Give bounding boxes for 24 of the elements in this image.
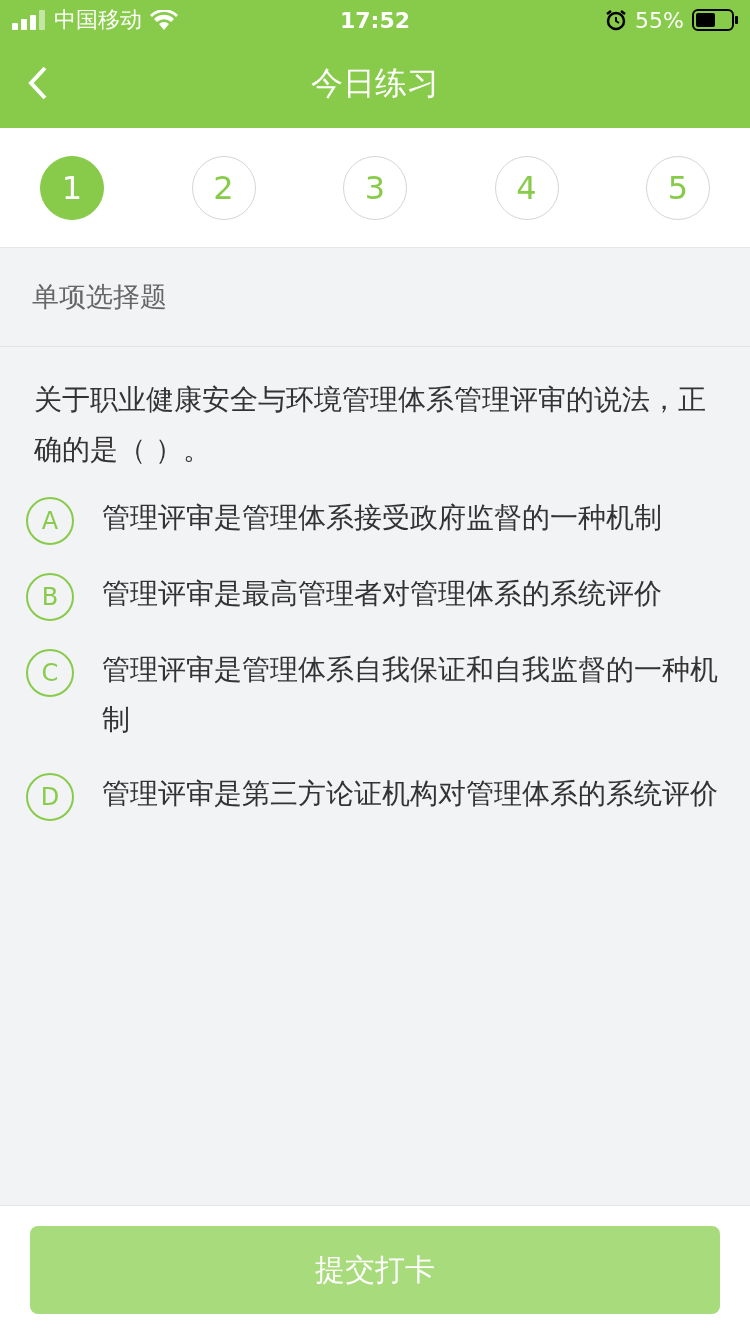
option-letter[interactable]: D xyxy=(26,773,74,821)
option-letter[interactable]: B xyxy=(26,573,74,621)
battery-percent: 55% xyxy=(635,7,684,33)
step-tab[interactable]: 5 xyxy=(646,155,710,220)
page-title: 今日练习 xyxy=(311,63,439,104)
step-tab[interactable]: 3 xyxy=(343,155,407,220)
wifi-icon xyxy=(150,10,178,30)
step-tab[interactable]: 4 xyxy=(494,155,559,220)
option-letter[interactable]: A xyxy=(26,497,74,545)
option-text[interactable]: 管理评审是第三方论证机构对管理体系的系统评价 xyxy=(102,769,718,819)
option-text[interactable]: 管理评审是管理体系自我保证和自我监督的一种机制 xyxy=(102,645,720,745)
question-type: 单项选择题 xyxy=(32,280,167,314)
status-time: 17:52 xyxy=(340,7,410,33)
step-tab[interactable]: 2 xyxy=(191,155,256,220)
option-text[interactable]: 管理评审是最高管理者对管理体系的系统评价 xyxy=(102,569,662,619)
battery-icon xyxy=(692,9,738,31)
question-text: 关于职业健康安全与环境管理体系管理评审的说法，正确的是（ ）。 xyxy=(33,382,707,468)
option-letter[interactable]: C xyxy=(26,649,74,697)
alarm-icon xyxy=(605,9,628,31)
option-text[interactable]: 管理评审是管理体系接受政府监督的一种机制 xyxy=(102,493,662,543)
back-icon[interactable] xyxy=(28,66,48,100)
step-tab[interactable]: 1 xyxy=(40,155,104,220)
carrier-name: 中国移动 xyxy=(54,6,142,34)
signal-icon xyxy=(12,10,46,30)
